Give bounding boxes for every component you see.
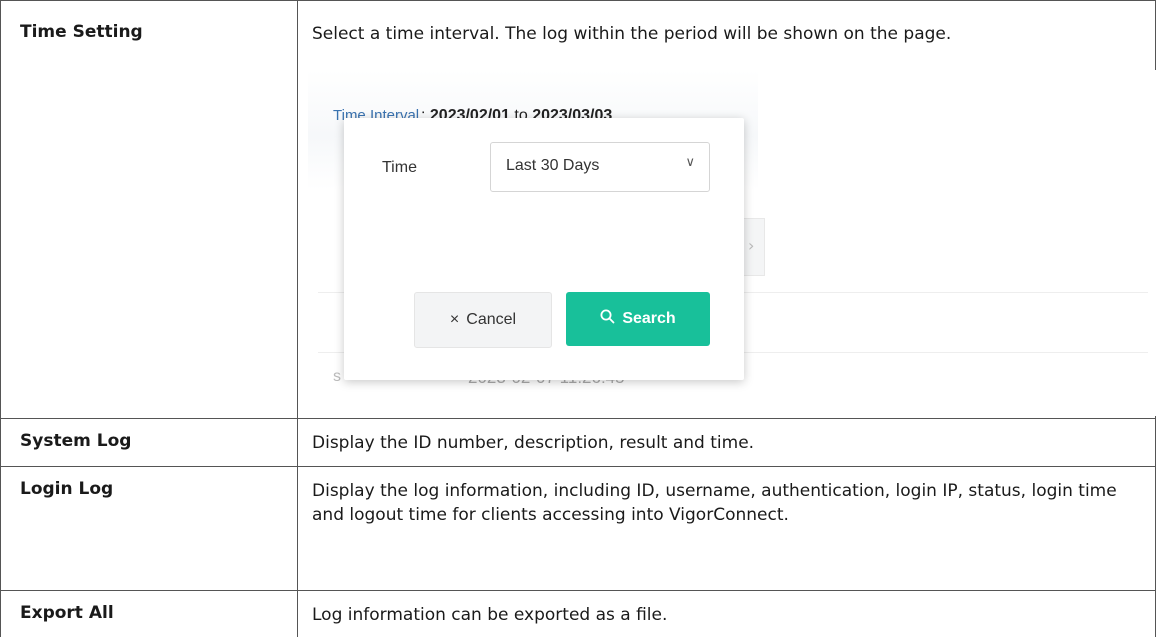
row-label-time-setting: Time Setting xyxy=(20,22,143,42)
chevron-down-icon: ∨ xyxy=(685,155,695,170)
chevron-right-icon: › xyxy=(748,236,755,255)
search-label: Search xyxy=(622,310,676,327)
row-desc-system-log: Display the ID number, description, resu… xyxy=(312,433,755,453)
time-label: Time xyxy=(382,159,417,176)
cancel-button[interactable]: × Cancel xyxy=(414,292,552,348)
row-label-login-log: Login Log xyxy=(20,479,114,499)
row-desc-export-all: Log information can be exported as a fil… xyxy=(312,605,668,625)
row-desc-login-log: Display the log information, including I… xyxy=(312,481,1117,525)
search-icon xyxy=(600,309,615,329)
pager-next: › xyxy=(742,218,765,276)
parameter-table: Time Setting Select a time interval. The… xyxy=(0,0,1156,637)
row-desc-time-setting: Select a time interval. The log within t… xyxy=(312,24,952,44)
close-icon: × xyxy=(449,311,460,328)
cancel-label: Cancel xyxy=(466,311,517,328)
row-label-system-log: System Log xyxy=(20,431,132,451)
row-label-export-all: Export All xyxy=(20,603,114,623)
search-button[interactable]: Search xyxy=(566,292,710,346)
bg-status-fragment: s xyxy=(333,368,341,385)
time-dialog: Time Last 30 Days ∨ × Cancel Search xyxy=(344,118,744,380)
time-setting-screenshot: Time Interval : 2023/02/01 to 2023/03/03… xyxy=(298,70,1156,416)
time-select-value: Last 30 Days xyxy=(506,157,600,174)
time-select[interactable]: Last 30 Days ∨ xyxy=(490,142,710,192)
